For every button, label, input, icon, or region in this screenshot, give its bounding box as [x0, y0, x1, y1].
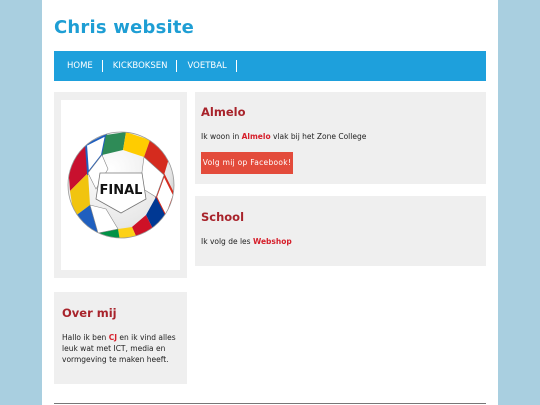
almelo-highlight: Almelo	[241, 132, 271, 141]
football-image-frame: FINAL	[61, 100, 180, 270]
almelo-text-after: vlak bij het Zone College	[270, 132, 367, 141]
ball-label: FINAL	[99, 183, 142, 198]
nav-list: HOME KICKBOKSEN VOETBAL	[54, 51, 486, 81]
almelo-title: Almelo	[201, 105, 246, 119]
nav-item-voetbal[interactable]: VOETBAL	[183, 60, 237, 72]
footer-divider	[54, 403, 486, 404]
about-highlight: CJ	[108, 333, 117, 342]
almelo-text: Ik woon in Almelo vlak bij het Zone Coll…	[201, 132, 366, 141]
navbar: HOME KICKBOKSEN VOETBAL	[54, 51, 486, 81]
football-image: FINAL	[67, 131, 174, 239]
about-text-before: Hallo ik ben	[62, 333, 109, 342]
about-title: Over mij	[62, 306, 117, 320]
facebook-follow-button[interactable]: Volg mij op Facebook!	[201, 152, 293, 174]
site-title[interactable]: Chris website	[54, 17, 194, 38]
school-title: School	[201, 210, 245, 224]
school-card: School Ik volg de les Webshop	[195, 196, 486, 266]
nav-item-home[interactable]: HOME	[63, 60, 103, 72]
webshop-link[interactable]: Webshop	[253, 237, 292, 246]
page-container: Chris website HOME KICKBOKSEN VOETBAL FI…	[42, 0, 498, 405]
about-card: Over mij Hallo ik ben CJ en ik vind alle…	[54, 292, 187, 384]
almelo-text-before: Ik woon in	[201, 132, 242, 141]
nav-item-kickboksen[interactable]: KICKBOKSEN	[109, 60, 178, 72]
photo-card: FINAL	[54, 92, 187, 278]
about-text: Hallo ik ben CJ en ik vind alles leuk wa…	[62, 332, 182, 365]
almelo-card: Almelo Ik woon in Almelo vlak bij het Zo…	[195, 92, 486, 184]
school-text: Ik volg de les Webshop	[201, 237, 292, 246]
school-text-before: Ik volg de les	[201, 237, 253, 246]
